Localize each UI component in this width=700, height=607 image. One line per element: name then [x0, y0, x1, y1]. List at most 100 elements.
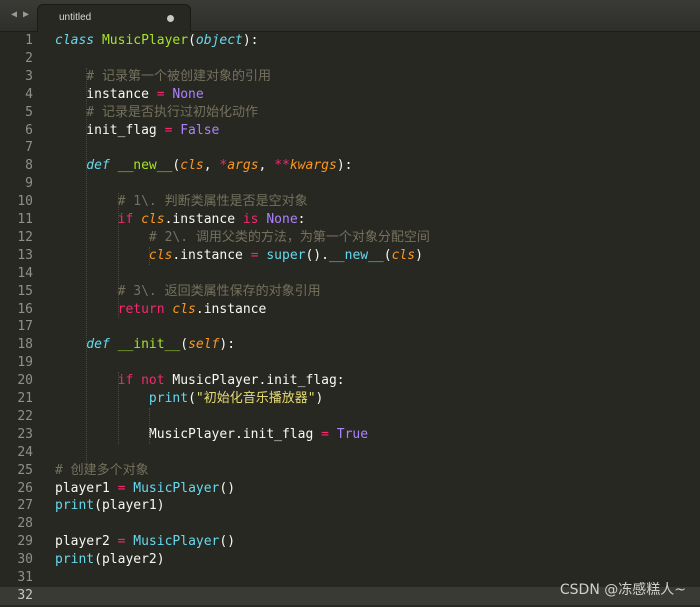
code-text: player1 = MusicPlayer()	[55, 480, 235, 498]
code-line[interactable]: 27 print(player1)	[0, 497, 700, 515]
tab-bar: ◀ ▶ untitled	[0, 0, 700, 32]
code-token: # 3\. 返回类属性保存的对象引用	[55, 283, 321, 299]
line-number: 6	[25, 122, 33, 138]
code-line[interactable]: 29 player2 = MusicPlayer()	[0, 533, 700, 551]
code-token: ().	[305, 247, 329, 263]
line-number: 7	[25, 140, 33, 156]
code-token: self	[188, 337, 220, 353]
code-line[interactable]: 21 print("初始化音乐播放器")	[0, 390, 700, 408]
code-token: cls	[391, 247, 416, 263]
code-token: cls	[180, 158, 204, 174]
code-token: # 1\. 判断类属性是否是空对象	[55, 194, 308, 210]
code-token: (	[180, 337, 189, 353]
code-line[interactable]: 11 if cls.instance is None:	[0, 211, 700, 229]
code-text: # 创建多个对象	[55, 462, 149, 480]
code-token: MusicPlayer	[101, 33, 189, 48]
line-number: 16	[17, 301, 33, 317]
code-token: if not	[55, 373, 173, 389]
line-number: 3	[25, 68, 33, 84]
code-text: print(player2)	[55, 551, 165, 569]
code-line[interactable]: 6 init_flag = False	[0, 122, 700, 140]
code-line[interactable]: 8 def __new__(cls, *args, **kwargs):	[0, 157, 700, 175]
code-line[interactable]: 30 print(player2)	[0, 551, 700, 569]
line-number: 23	[17, 426, 33, 442]
line-number: 4	[25, 86, 33, 102]
line-number: 5	[25, 104, 33, 120]
code-text: if not MusicPlayer.init_flag:	[55, 372, 345, 390]
code-line[interactable]: 16 return cls.instance	[0, 301, 700, 319]
code-token: .instance	[195, 301, 267, 317]
code-token: # 创建多个对象	[55, 462, 149, 478]
code-line[interactable]: 10 # 1\. 判断类属性是否是空对象	[0, 193, 700, 211]
code-token: )	[415, 247, 423, 263]
code-token: ):	[242, 33, 259, 48]
code-line[interactable]: 14	[0, 265, 700, 283]
code-token: cls	[55, 247, 173, 263]
code-line[interactable]: 17	[0, 318, 700, 336]
code-token: ()	[219, 480, 236, 496]
code-line[interactable]: 23 MusicPlayer.init_flag = True	[0, 426, 700, 444]
code-token: .instance	[164, 212, 243, 227]
code-text: # 2\. 调用父类的方法，为第一个对象分配空间	[55, 229, 430, 247]
code-text: class MusicPlayer(object):	[55, 32, 259, 50]
indent-guide	[148, 407, 150, 444]
code-token: (	[188, 33, 196, 48]
line-number: 18	[17, 337, 33, 353]
code-line[interactable]: 25 # 创建多个对象	[0, 462, 700, 480]
tab-untitled[interactable]: untitled	[37, 4, 191, 32]
code-token: cls	[172, 301, 196, 317]
code-line[interactable]: 19	[0, 354, 700, 372]
code-line[interactable]: 15 # 3\. 返回类属性保存的对象引用	[0, 283, 700, 301]
code-token: print	[55, 391, 189, 406]
code-text: cls.instance = super().__new__(cls)	[55, 247, 423, 265]
code-line[interactable]: 9	[0, 175, 700, 193]
nav-back-icon[interactable]: ◀	[8, 8, 20, 22]
code-line[interactable]: 5 # 记录是否执行过初始化动作	[0, 104, 700, 122]
code-line[interactable]: 2	[0, 50, 700, 68]
code-line[interactable]: 3 # 记录第一个被创建对象的引用	[0, 68, 700, 86]
nav-forward-icon[interactable]: ▶	[20, 8, 32, 22]
code-line[interactable]: 28	[0, 515, 700, 533]
line-number: 28	[17, 516, 33, 532]
code-editor[interactable]: 1 class MusicPlayer(object): 2 3 # 记录第一个被创建…	[0, 32, 700, 607]
code-token: .instance	[172, 247, 251, 263]
code-line[interactable]: 1 class MusicPlayer(object):	[0, 32, 700, 50]
code-token: __new__	[117, 158, 173, 174]
code-line[interactable]: 13 cls.instance = super().__new__(cls)	[0, 247, 700, 265]
indent-guide	[117, 372, 119, 444]
code-token: # 记录第一个被创建对象的引用	[55, 68, 271, 84]
code-token: (	[188, 391, 196, 406]
code-token: # 2\. 调用父类的方法，为第一个对象分配空间	[55, 229, 430, 245]
code-line[interactable]: 18 def __init__(self):	[0, 336, 700, 354]
unsaved-dot-icon[interactable]	[167, 15, 174, 22]
code-token: True	[328, 426, 369, 442]
tab-title: untitled	[59, 12, 92, 23]
line-number: 26	[17, 480, 33, 496]
code-token: False	[172, 122, 220, 138]
code-text: if cls.instance is None:	[55, 211, 306, 229]
watermark: CSDN @冻感糕人~	[559, 582, 686, 598]
code-token: is	[242, 212, 259, 227]
code-text: print(player1)	[55, 497, 165, 515]
code-token: =	[321, 426, 329, 442]
code-line[interactable]: 7	[0, 139, 700, 157]
code-token: None	[164, 86, 204, 102]
line-number: 24	[17, 444, 33, 460]
code-token: MusicPlayer.init_flag	[55, 426, 322, 442]
editor-window: ◀ ▶ untitled 1 class MusicPlayer(object):…	[0, 0, 700, 607]
code-line[interactable]: 24	[0, 444, 700, 462]
line-number: 30	[17, 552, 33, 568]
code-token: return	[55, 301, 173, 317]
code-line[interactable]: 22	[0, 408, 700, 426]
code-token: (player1)	[94, 498, 165, 514]
code-line[interactable]: 26 player1 = MusicPlayer()	[0, 480, 700, 498]
code-token: ,	[258, 158, 275, 174]
code-line[interactable]: 20 if not MusicPlayer.init_flag:	[0, 372, 700, 390]
code-line[interactable]: 12 # 2\. 调用父类的方法，为第一个对象分配空间	[0, 229, 700, 247]
code-token: print	[55, 552, 95, 568]
code-token: class	[55, 33, 102, 48]
code-token: (	[383, 247, 392, 263]
line-number: 13	[17, 247, 33, 263]
code-line[interactable]: 4 instance = None	[0, 86, 700, 104]
line-number: 29	[17, 534, 33, 550]
